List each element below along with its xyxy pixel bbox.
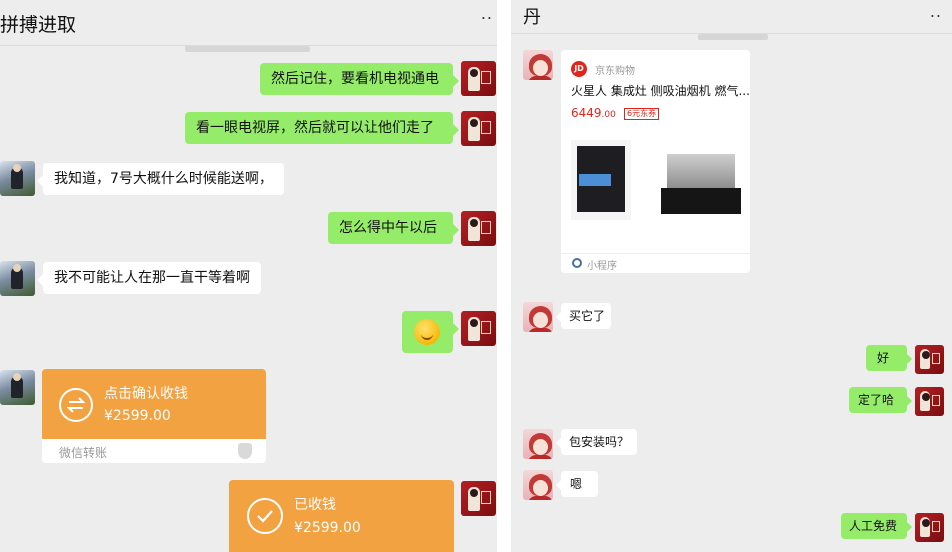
transfer-label: 已收钱 bbox=[294, 497, 336, 513]
more-options-icon[interactable]: .. bbox=[930, 2, 942, 21]
product-price: 6449.00 bbox=[571, 106, 616, 120]
my-avatar[interactable] bbox=[915, 345, 944, 374]
message-bubble-incoming[interactable]: 我不可能让人在那一直干等着啊 bbox=[37, 262, 261, 294]
contact-avatar[interactable] bbox=[523, 302, 553, 332]
my-avatar[interactable] bbox=[915, 513, 944, 542]
message-bubble-outgoing[interactable]: 怎么得中午以后 bbox=[328, 212, 459, 244]
message-bubble-incoming[interactable]: 我知道，7号大概什么时候能送啊， bbox=[37, 163, 284, 195]
more-options-icon[interactable]: .. bbox=[481, 4, 493, 23]
transfer-amount: ¥2599.00 bbox=[294, 520, 361, 536]
jd-logo-icon: JD bbox=[571, 61, 587, 77]
previous-message-edge bbox=[698, 34, 768, 40]
message-bubble-outgoing[interactable]: 人工免费 bbox=[841, 513, 912, 539]
chat-header: 丹 .. bbox=[511, 0, 952, 34]
transfer-amount: ¥2599.00 bbox=[104, 408, 171, 424]
message-bubble-outgoing[interactable]: 定了哈 bbox=[849, 387, 912, 413]
my-avatar[interactable] bbox=[461, 111, 496, 146]
product-image-cabinet bbox=[571, 140, 631, 220]
my-avatar[interactable] bbox=[461, 481, 496, 516]
my-avatar[interactable] bbox=[461, 211, 496, 246]
right-chat-window: 丹 .. JD 京东购物 火星人 集成灶 侧吸油烟机 燃气... 6449.00… bbox=[511, 0, 952, 552]
smirk-emoji-icon bbox=[414, 319, 440, 345]
message-bubble-incoming[interactable]: 买它了 bbox=[556, 303, 611, 329]
contact-avatar[interactable] bbox=[0, 261, 35, 296]
checkmark-icon bbox=[247, 498, 283, 534]
transfer-card-received[interactable]: 已收钱 ¥2599.00 bbox=[229, 480, 454, 552]
transfer-footer-label: 微信转账 bbox=[59, 446, 108, 460]
transfer-arrows-icon bbox=[59, 388, 93, 422]
contact-avatar[interactable] bbox=[0, 370, 35, 405]
price-main: 6449 bbox=[571, 106, 602, 120]
chat-header: 拼搏进取 .. bbox=[0, 0, 497, 46]
message-bubble-incoming[interactable]: 包安装吗？ bbox=[556, 429, 637, 455]
chat-title: 拼搏进取 bbox=[0, 14, 77, 36]
shield-icon bbox=[238, 443, 252, 459]
coupon-badge: 6元东券 bbox=[624, 108, 660, 120]
contact-avatar[interactable] bbox=[523, 470, 553, 500]
message-bubble-outgoing[interactable]: 好 bbox=[866, 345, 912, 371]
price-decimal: .00 bbox=[601, 110, 616, 120]
jd-product-card[interactable]: JD 京东购物 火星人 集成灶 侧吸油烟机 燃气... 6449.00 6元东券… bbox=[561, 50, 750, 273]
shop-name: 京东购物 bbox=[595, 66, 635, 77]
message-bubble-outgoing[interactable]: 看一眼电视屏，然后就可以让他们走了 bbox=[185, 112, 459, 144]
message-bubble-outgoing[interactable] bbox=[402, 311, 459, 353]
product-name: 火星人 集成灶 侧吸油烟机 燃气... bbox=[571, 84, 750, 98]
message-bubble-outgoing[interactable]: 然后记住，要看机电视通电 bbox=[260, 63, 459, 95]
previous-message-edge bbox=[185, 46, 310, 52]
chat-title: 丹 bbox=[523, 7, 541, 28]
my-avatar[interactable] bbox=[461, 61, 496, 96]
product-image-stove bbox=[661, 154, 741, 220]
contact-avatar[interactable] bbox=[0, 161, 35, 196]
contact-avatar[interactable] bbox=[523, 50, 553, 80]
transfer-card-pending[interactable]: 点击确认收钱 ¥2599.00 bbox=[42, 369, 266, 439]
contact-avatar[interactable] bbox=[523, 429, 553, 459]
my-avatar[interactable] bbox=[915, 387, 944, 416]
message-bubble-incoming[interactable]: 嗯 bbox=[556, 471, 598, 497]
transfer-label: 点击确认收钱 bbox=[104, 386, 188, 402]
mini-program-icon bbox=[572, 258, 582, 268]
my-avatar[interactable] bbox=[461, 311, 496, 346]
transfer-footer: 微信转账 bbox=[42, 439, 266, 463]
mini-program-label: 小程序 bbox=[587, 261, 617, 272]
left-chat-window: 拼搏进取 .. 然后记住，要看机电视通电 看一眼电视屏，然后就可以让他们走了 我… bbox=[0, 0, 497, 552]
mini-program-bar: 小程序 bbox=[561, 253, 750, 273]
